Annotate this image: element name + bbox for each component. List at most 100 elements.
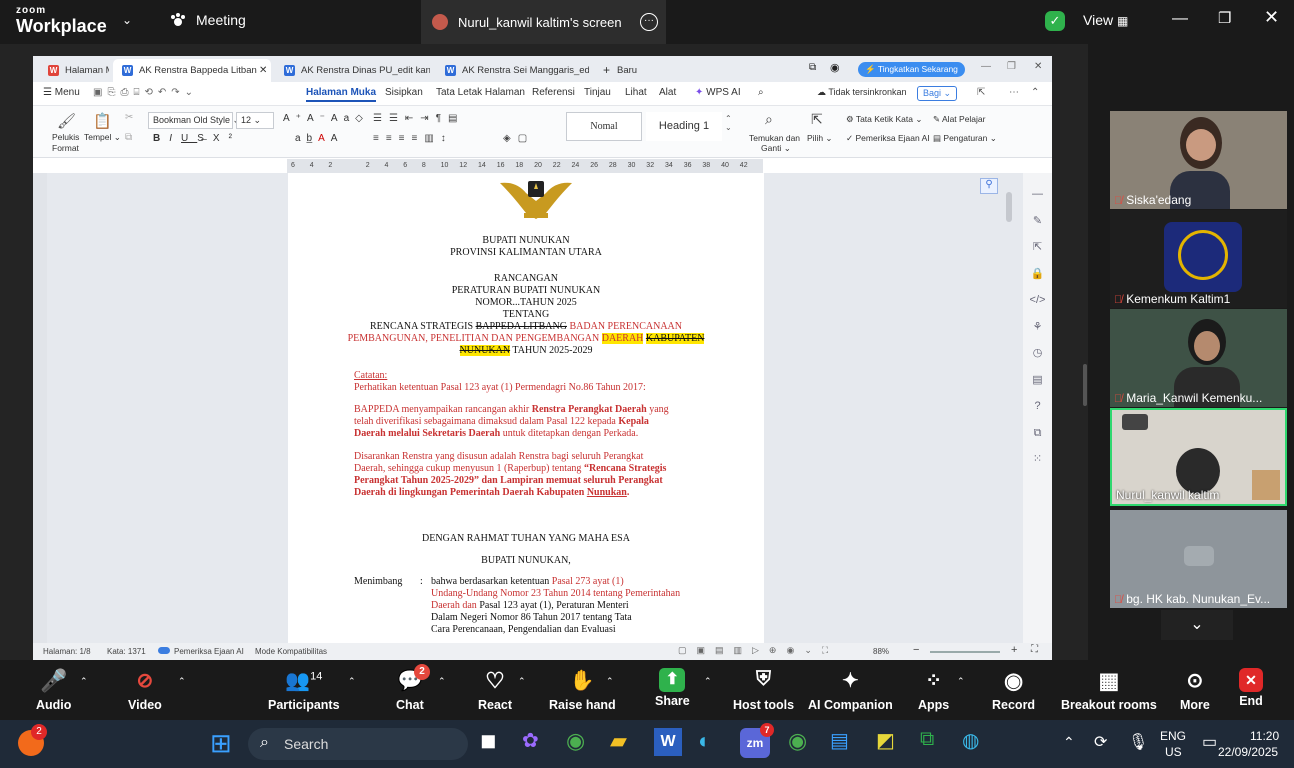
style-heading-1[interactable]: Heading 1 [646, 112, 722, 141]
highlight-color-buttons[interactable]: ab̲AA [295, 133, 343, 144]
tab-wps-ai[interactable]: ✦ WPS AI [695, 87, 741, 98]
share-options-icon[interactable]: ⇱ [977, 87, 985, 98]
account-icon[interactable]: ◉ [830, 61, 840, 74]
zoom-out-icon[interactable]: − [913, 644, 919, 656]
file-explorer-icon[interactable]: ▰ [610, 728, 642, 760]
security-shield-icon[interactable]: ✓ [1045, 11, 1065, 31]
sync-tray-icon[interactable]: ⟳ [1094, 732, 1107, 752]
sidebar-tools[interactable]: — ✎ ⇱ 🔒 </> ⚘ ◷ ▤? ⧉ ⁙ [1023, 173, 1052, 473]
participant-tile[interactable]: 🎙̸ Kemenkum Kaltim1 [1110, 210, 1287, 308]
zoom-taskbar-icon[interactable]: zm 7 [740, 723, 774, 758]
window-close-icon[interactable]: ✕ [1034, 61, 1042, 72]
font-size-select[interactable]: 12 ⌄ [236, 112, 274, 129]
raise-hand-button[interactable]: ✋ Raise hand [549, 668, 616, 712]
display-tray-icon[interactable]: ▭ [1202, 732, 1217, 752]
more-button[interactable]: ⊙ More [1180, 668, 1210, 712]
notification-app-icon[interactable]: 2 [18, 724, 47, 756]
globe-app-icon[interactable]: ◍ [962, 728, 994, 760]
view-button[interactable]: View ▦ [1083, 12, 1128, 28]
close-icon[interactable]: ✕ [1264, 7, 1279, 28]
more-options-icon[interactable]: ··· [640, 13, 658, 31]
host-tools-button[interactable]: ⛨ Host tools [733, 668, 794, 712]
tab-close-icon[interactable]: ✕ [259, 59, 268, 82]
view-mode-icons[interactable]: ▢▣▤▥▷⊕◉⌄⛶ [678, 645, 838, 656]
search-box[interactable]: ⌕ Search [248, 728, 468, 760]
upgrade-button[interactable]: ⚡ Tingkatkan Sekarang [858, 62, 965, 77]
pengaturan-button[interactable]: ▤ Pengaturan ⌄ [933, 133, 997, 144]
share-caret-icon[interactable]: ⌃ [704, 676, 712, 687]
align-buttons[interactable]: ≡≡≡≡▥↕ [373, 133, 453, 144]
window-minimize-icon[interactable]: — [981, 61, 991, 72]
find-replace-icon[interactable]: ⌕ [765, 111, 773, 128]
video-caret-icon[interactable]: ⌃ [178, 676, 186, 687]
tab-tinjau[interactable]: Tinjau [584, 87, 611, 98]
more-menu-icon[interactable]: ⋯ [1009, 87, 1019, 98]
window-list-icon[interactable]: ⧉ [809, 62, 816, 73]
text-style-buttons[interactable]: BIUS̶X² [153, 133, 241, 144]
audio-button[interactable]: 🎤 Audio [36, 668, 71, 712]
tata-ketik-button[interactable]: ⚙ Tata Ketik Kata ⌄ [846, 114, 922, 125]
alat-pelajar-button[interactable]: ✎ Alat Pelajar [933, 114, 985, 125]
font-family-select[interactable]: Bookman Old Style ⌄ [148, 112, 240, 129]
language-line-1[interactable]: ENG [1160, 729, 1186, 743]
react-button[interactable]: ♡ React [478, 668, 512, 712]
style-normal[interactable]: Nomal [566, 112, 642, 141]
share-button[interactable]: ⬆ Share [655, 668, 690, 708]
word-icon[interactable]: W [654, 728, 682, 756]
splitter-handle[interactable] [1083, 364, 1087, 406]
language-line-2[interactable]: US [1165, 745, 1182, 759]
tab-lihat[interactable]: Lihat [625, 87, 647, 98]
share-title-tab[interactable]: Nurul_kanwil kaltim's screen ··· [421, 0, 666, 44]
fullscreen-icon[interactable]: ⛶ [1031, 644, 1038, 655]
start-button[interactable]: ⊞ [210, 728, 242, 760]
menu-button[interactable]: ☰ Menu [43, 87, 80, 98]
font-size-buttons[interactable]: A⁺A⁻Aa◇ [283, 113, 369, 124]
tab-home[interactable]: W Halaman Mu [39, 59, 109, 82]
chevron-down-icon[interactable]: ⌄ [122, 13, 132, 27]
participants-caret-icon[interactable]: ⌃ [348, 676, 356, 687]
tab-alat[interactable]: Alat [659, 87, 676, 98]
vertical-ruler[interactable] [33, 173, 47, 643]
vertical-scrollbar[interactable] [1006, 192, 1012, 222]
network-tool-icon[interactable]: ⧉ [920, 728, 952, 760]
horizontal-ruler[interactable]: 6 4 2 2 4 6 8 10 12 14 16 18 20 22 24 26 28 30 32 34 36 38 40 4… [287, 159, 763, 173]
search-icon[interactable]: ⌕ [758, 87, 764, 98]
new-tab-button[interactable]: + Baru [599, 59, 649, 82]
show-hidden-icons[interactable]: ⌃ [1063, 734, 1075, 751]
meeting-button[interactable]: Meeting [170, 12, 246, 28]
clock-date[interactable]: 22/09/2025 [1218, 745, 1278, 759]
breakout-rooms-button[interactable]: ▦ Breakout rooms [1061, 668, 1157, 712]
paste-icon[interactable]: 📋 [93, 112, 112, 130]
collapse-ribbon-icon[interactable]: ⌃ [1031, 87, 1039, 98]
tab-referensi[interactable]: Referensi [532, 87, 575, 98]
task-view-icon[interactable]: ◼ [480, 728, 512, 760]
participant-tile-active[interactable]: Nurul_kanwil kaltim [1110, 408, 1287, 506]
document-page[interactable]: BUPATI NUNUKAN PROVINSI KALIMANTAN UTARA… [288, 173, 764, 643]
maximize-icon[interactable]: ❐ [1218, 9, 1231, 27]
react-caret-icon[interactable]: ⌃ [518, 676, 526, 687]
scroll-down-icon[interactable]: ⌄ [1161, 610, 1233, 640]
participants-button[interactable]: 👥14 Participants [268, 668, 340, 712]
participant-tile[interactable]: 🎙̸ Maria_Kanwil Kemenku... [1110, 309, 1287, 407]
style-scroll-icon[interactable]: ⌃ ⌄ [725, 114, 732, 132]
share-doc-button[interactable]: Bagi ⌄ [917, 86, 958, 101]
minimize-icon[interactable]: — [1172, 10, 1188, 28]
tab-halaman-muka[interactable]: Halaman Muka [306, 87, 377, 102]
pemeriksa-ejaan-button[interactable]: ✓ Pemeriksa Ejaan AI [846, 133, 930, 144]
quick-access-icons[interactable]: ▣⎘⎙⌸⟲↶↷⌄ [93, 87, 198, 98]
tab-tata-letak[interactable]: Tata Letak Halaman [436, 87, 525, 98]
tab-renstra-bappeda[interactable]: W AK Renstra Bappeda Litban ✕ [113, 59, 271, 82]
sync-status[interactable]: ☁ Tidak tersinkronkan [817, 87, 907, 98]
list-buttons[interactable]: ☰☰⇤⇥¶▤ [373, 113, 465, 124]
audio-caret-icon[interactable]: ⌃ [80, 676, 88, 687]
sticky-notes-icon[interactable]: ◩ [876, 728, 908, 760]
tab-renstra-sei-manggaris[interactable]: W AK Renstra Sei Manggaris_edit kanwi [436, 59, 589, 82]
location-pin-icon[interactable]: ⚲ [980, 178, 998, 194]
tab-sisipkan[interactable]: Sisipkan [385, 87, 423, 98]
edge-icon[interactable]: ◐ [698, 728, 730, 760]
clock-time[interactable]: 11:20 [1250, 729, 1279, 743]
zoom-in-icon[interactable]: + [1011, 644, 1017, 656]
end-button[interactable]: ✕ End [1239, 668, 1263, 708]
chat-button[interactable]: 💬 2 Chat [396, 664, 430, 712]
participant-tile[interactable]: 🎙̸ bg. HK kab. Nunukan_Ev... [1110, 510, 1287, 608]
